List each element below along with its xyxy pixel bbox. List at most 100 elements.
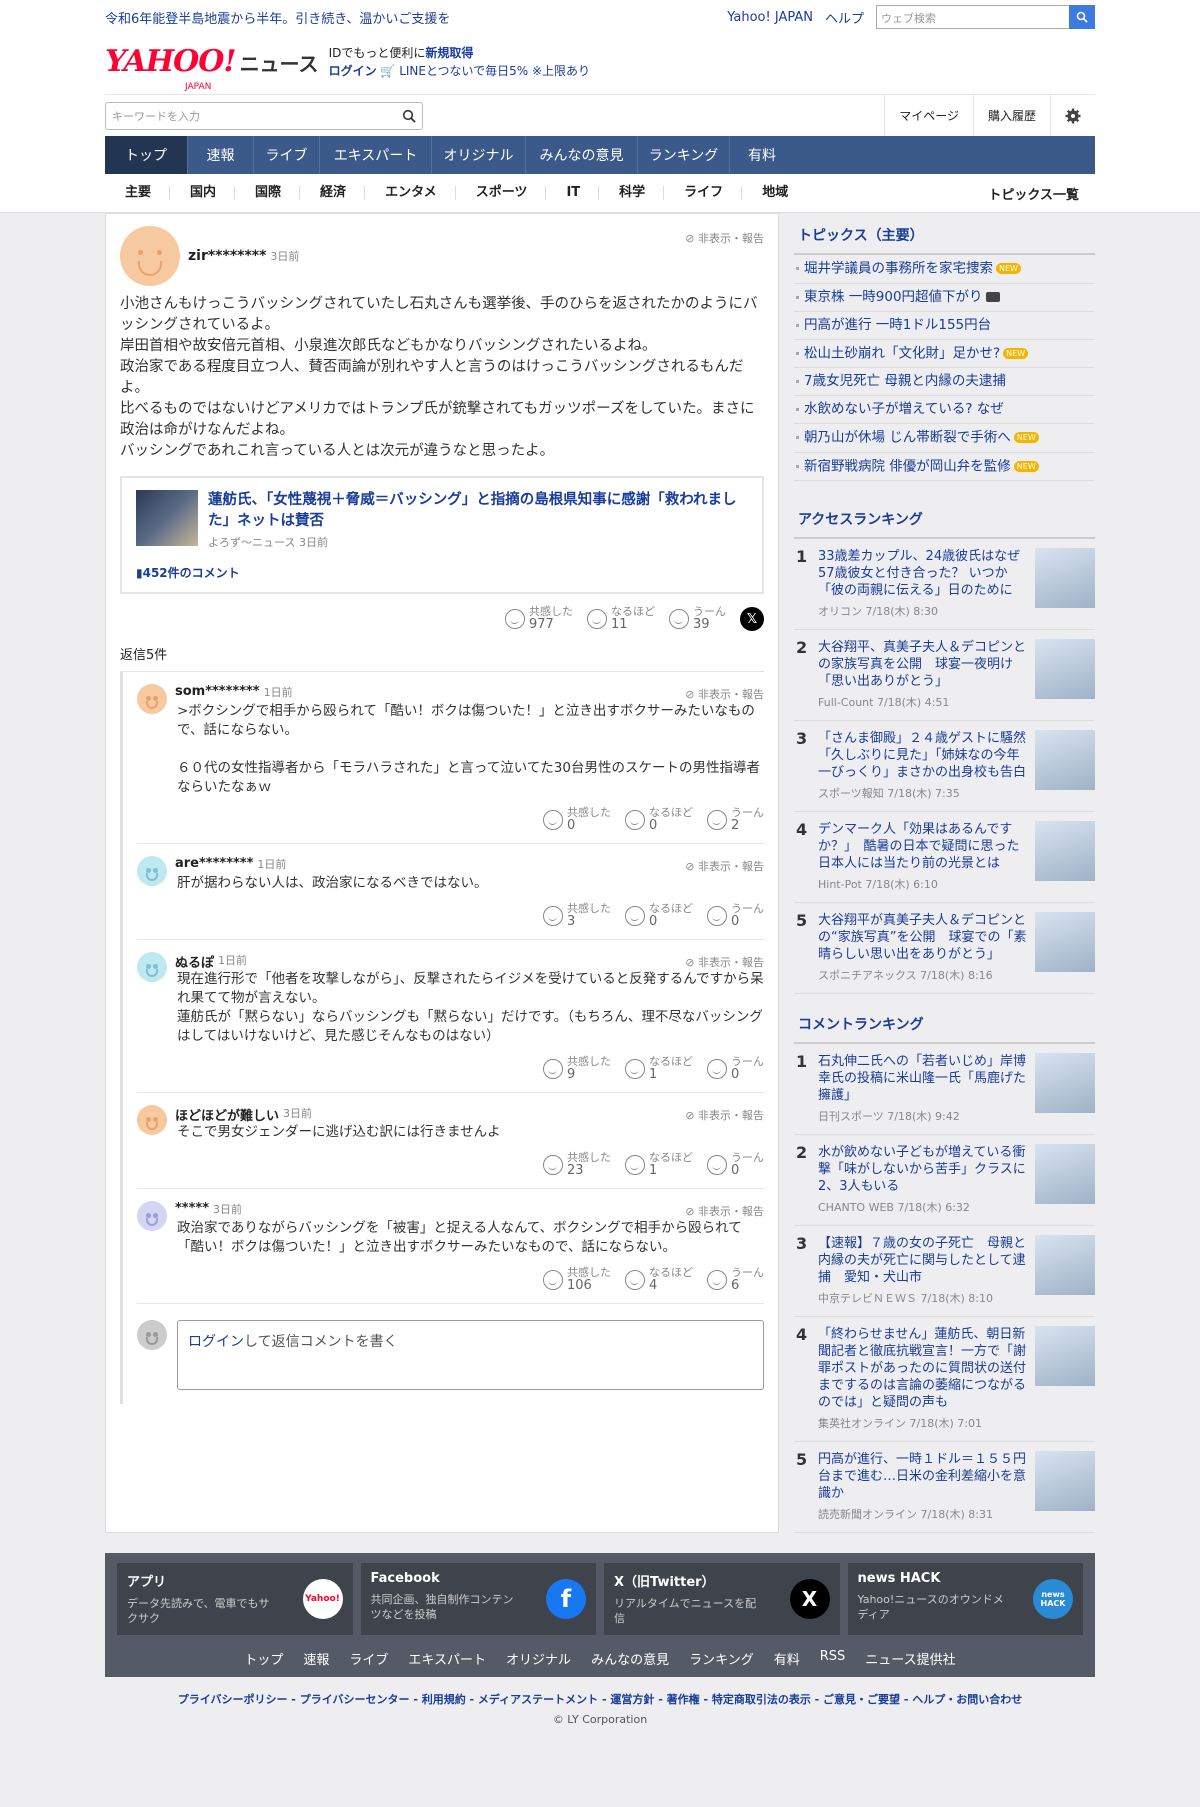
empathy-button[interactable]: 共感した 23 [543,1152,611,1178]
footer-link-ranking[interactable]: ランキング [689,1649,754,1668]
hide-report-link[interactable]: ⊘ 非表示・報告 [685,686,764,702]
x-share-icon[interactable]: 𝕏 [740,607,764,631]
hide-report-link[interactable]: ⊘ 非表示・報告 [685,858,764,874]
related-article-card[interactable]: 蓮舫氏、「女性蔑視＋脅威＝バッシング」と指摘の島根県知事に感謝「救われました」ネ… [120,476,764,594]
topics-list-link[interactable]: トピックス一覧 [988,184,1095,203]
rank-title[interactable]: 円高が進行、一時１ドル＝１５５円台まで進む…日米の金利差縮小を意識か [818,1451,1027,1502]
snav-world[interactable]: 国際 [235,186,301,200]
snav-it[interactable]: IT [546,186,600,200]
footer-link-original[interactable]: オリジナル [506,1649,571,1668]
snav-domestic[interactable]: 国内 [170,186,236,200]
footer-link-expert[interactable]: エキスパート [408,1649,486,1668]
gnav-expert[interactable]: エキスパート [320,136,432,174]
topic-item[interactable]: 松山土砂崩れ「文化財」足かせ? NEW [794,340,1095,368]
legal-links[interactable]: プライバシーポリシー - プライバシーセンター - 利用規約 - メディアステー… [0,1691,1200,1707]
empathy-button[interactable]: 共感した 106 [543,1267,611,1293]
rank-title[interactable]: 【速報】７歳の女の子死亡 母親と内縁の夫が死亡に関与したとして逮捕 愛知・犬山市 [818,1235,1027,1286]
insightful-button[interactable]: なるほど 1 [625,1056,693,1082]
ranking-item[interactable]: 3 【速報】７歳の女の子死亡 母親と内縁の夫が死亡に関与したとして逮捕 愛知・犬山… [794,1226,1095,1317]
gnav-ranking[interactable]: ランキング [638,136,730,174]
snav-main[interactable]: 主要 [105,186,171,200]
gnav-top[interactable]: トップ [105,136,188,174]
reply-user[interactable]: ほどほどが難しい [175,1105,279,1124]
reply-user[interactable]: ***** [175,1201,209,1216]
hmm-button[interactable]: うーん 0 [707,903,764,929]
topic-item[interactable]: 7歳女児死亡 母親と内縁の夫逮捕 [794,368,1095,396]
help-link[interactable]: ヘルプ [825,8,864,27]
reply-user[interactable]: som******** [175,684,260,699]
gnav-opinion[interactable]: みんなの意見 [526,136,638,174]
ranking-item[interactable]: 5 円高が進行、一時１ドル＝１５５円台まで進む…日米の金利差縮小を意識か 読売新聞オ… [794,1442,1095,1533]
hmm-button[interactable]: うーん 6 [707,1267,764,1293]
ranking-item[interactable]: 5 大谷翔平が真美子夫人＆デコピンとの“家族写真”を公開 球宴での「素晴らしい思い… [794,903,1095,994]
settings-gear-icon[interactable] [1050,95,1095,136]
topic-link[interactable]: 東京株 一時900円超値下がり [804,289,983,305]
purchase-history-link[interactable]: 購入履歴 [972,95,1050,136]
ranking-item[interactable]: 4 デンマーク人「効果はあるんですか？」 酷暑の日本で疑問に思った 日本人には当た… [794,812,1095,903]
signup-link[interactable]: 新規取得 [425,46,473,60]
insightful-button[interactable]: なるほど 0 [625,807,693,833]
topic-item[interactable]: 朝乃山が休場 じん帯断裂で手術へ NEW [794,424,1095,453]
topic-link[interactable]: 新宿野戦病院 俳優が岡山弁を監修 [804,458,1011,474]
web-search-input[interactable]: ウェブ検索 [876,5,1069,29]
hmm-button[interactable]: うーん 0 [707,1152,764,1178]
line-promo-link[interactable]: LINEとつないで毎日5% ※上限あり [399,64,590,78]
rank-title[interactable]: 「終わらせません」蓮舫氏、朝日新聞記者と徹底抗戦宣言！一方で「謝罪ポストがあった… [818,1326,1027,1411]
rank-title[interactable]: 33歳差カップル、24歳彼氏はなぜ57歳彼女と付き合った？ いつか「彼の両親に伝… [818,548,1027,599]
topic-link[interactable]: 朝乃山が休場 じん帯断裂で手術へ [804,430,1011,446]
footer-link-top[interactable]: トップ [244,1649,283,1668]
footer-link-breaking[interactable]: 速報 [303,1649,329,1668]
hide-report-link[interactable]: ⊘ 非表示・報告 [685,954,764,970]
footer-link-providers[interactable]: ニュース提供社 [865,1649,955,1668]
yahoo-news-logo[interactable]: YAHOO! JAPAN ニュース [105,47,319,93]
search-icon[interactable] [402,109,416,123]
insightful-button[interactable]: なるほど 0 [625,903,693,929]
reply-login-link[interactable]: ログイン [188,1334,244,1350]
disaster-notice-link[interactable]: 令和6年能登半島地震から半年。引き続き、温かいご支援を [105,8,450,27]
empathy-button[interactable]: 共感した 977 [505,606,573,632]
ranking-item[interactable]: 1 石丸伸二氏への「若者いじめ」岸博幸氏の投稿に米山隆一氏「馬鹿げた擁護」 日刊スポ… [794,1044,1095,1135]
hide-report-link[interactable]: ⊘ 非表示・報告 [685,1107,764,1123]
topic-link[interactable]: 堀井学議員の事務所を家宅捜索 [804,261,993,277]
snav-entertainment[interactable]: エンタメ [365,186,456,200]
gnav-live[interactable]: ライブ [254,136,320,174]
topic-link[interactable]: 水飲めない子が増えている? なぜ [804,401,1004,417]
footer-x-card[interactable]: X（旧Twitter） リアルタイムでニュースを配信 X [604,1563,840,1635]
footer-link-opinion[interactable]: みんなの意見 [591,1649,669,1668]
reply-user[interactable]: ぬるぽ [175,952,214,971]
login-link[interactable]: ログイン [329,64,377,78]
insightful-button[interactable]: なるほど 4 [625,1267,693,1293]
keyword-search-input[interactable]: キーワードを入力 [112,108,200,124]
hmm-button[interactable]: うーん 0 [707,1056,764,1082]
yahoo-japan-link[interactable]: Yahoo! JAPAN [727,10,813,25]
empathy-button[interactable]: 共感した 9 [543,1056,611,1082]
ranking-item[interactable]: 2 水が飲めない子どもが増えている衝撃「味がしないから苦手」クラスに2、3人もいる… [794,1135,1095,1226]
rank-title[interactable]: 大谷翔平が真美子夫人＆デコピンとの“家族写真”を公開 球宴での「素晴らしい思い出… [818,912,1027,963]
topic-link[interactable]: 円高が進行 一時1ドル155円台 [804,317,991,333]
footer-newshack-card[interactable]: news HACK Yahoo!ニュースのオウンドメディア news HACK [847,1563,1083,1635]
topic-link[interactable]: 松山土砂崩れ「文化財」足かせ? [804,345,1000,361]
topic-item[interactable]: 新宿野戦病院 俳優が岡山弁を監修 NEW [794,453,1095,481]
topic-item[interactable]: 堀井学議員の事務所を家宅捜索 NEW [794,255,1095,284]
snav-life[interactable]: ライフ [664,186,743,200]
reply-input[interactable]: ログインして返信コメントを書く [177,1320,764,1390]
snav-local[interactable]: 地域 [742,186,806,200]
footer-facebook-card[interactable]: Facebook 共同企画、独自制作コンテンツなどを投稿 f [360,1563,596,1635]
keyword-search[interactable]: キーワードを入力 [105,101,423,130]
footer-link-rss[interactable]: RSS [820,1649,846,1668]
empathy-button[interactable]: 共感した 0 [543,807,611,833]
topic-item[interactable]: 東京株 一時900円超値下がり [794,284,1095,312]
footer-link-paid[interactable]: 有料 [774,1649,800,1668]
snav-science[interactable]: 科学 [599,186,665,200]
snav-sports[interactable]: スポーツ [456,186,547,200]
mypage-link[interactable]: マイページ [884,95,973,136]
rank-title[interactable]: デンマーク人「効果はあるんですか？」 酷暑の日本で疑問に思った 日本人には当たり… [818,821,1033,872]
hide-report-link[interactable]: ⊘ 非表示・報告 [685,230,764,246]
insightful-button[interactable]: なるほど 11 [587,606,655,632]
ranking-item[interactable]: 4 「終わらせません」蓮舫氏、朝日新聞記者と徹底抗戦宣言！一方で「謝罪ポストがあっ… [794,1317,1095,1442]
gnav-paid[interactable]: 有料 [730,136,794,174]
topic-item[interactable]: 円高が進行 一時1ドル155円台 [794,312,1095,340]
insightful-button[interactable]: なるほど 1 [625,1152,693,1178]
web-search-button[interactable] [1069,5,1095,29]
ranking-item[interactable]: 2 大谷翔平、真美子夫人＆デコピンとの家族写真を公開 球宴一夜明け「思い出ありがと… [794,630,1095,721]
